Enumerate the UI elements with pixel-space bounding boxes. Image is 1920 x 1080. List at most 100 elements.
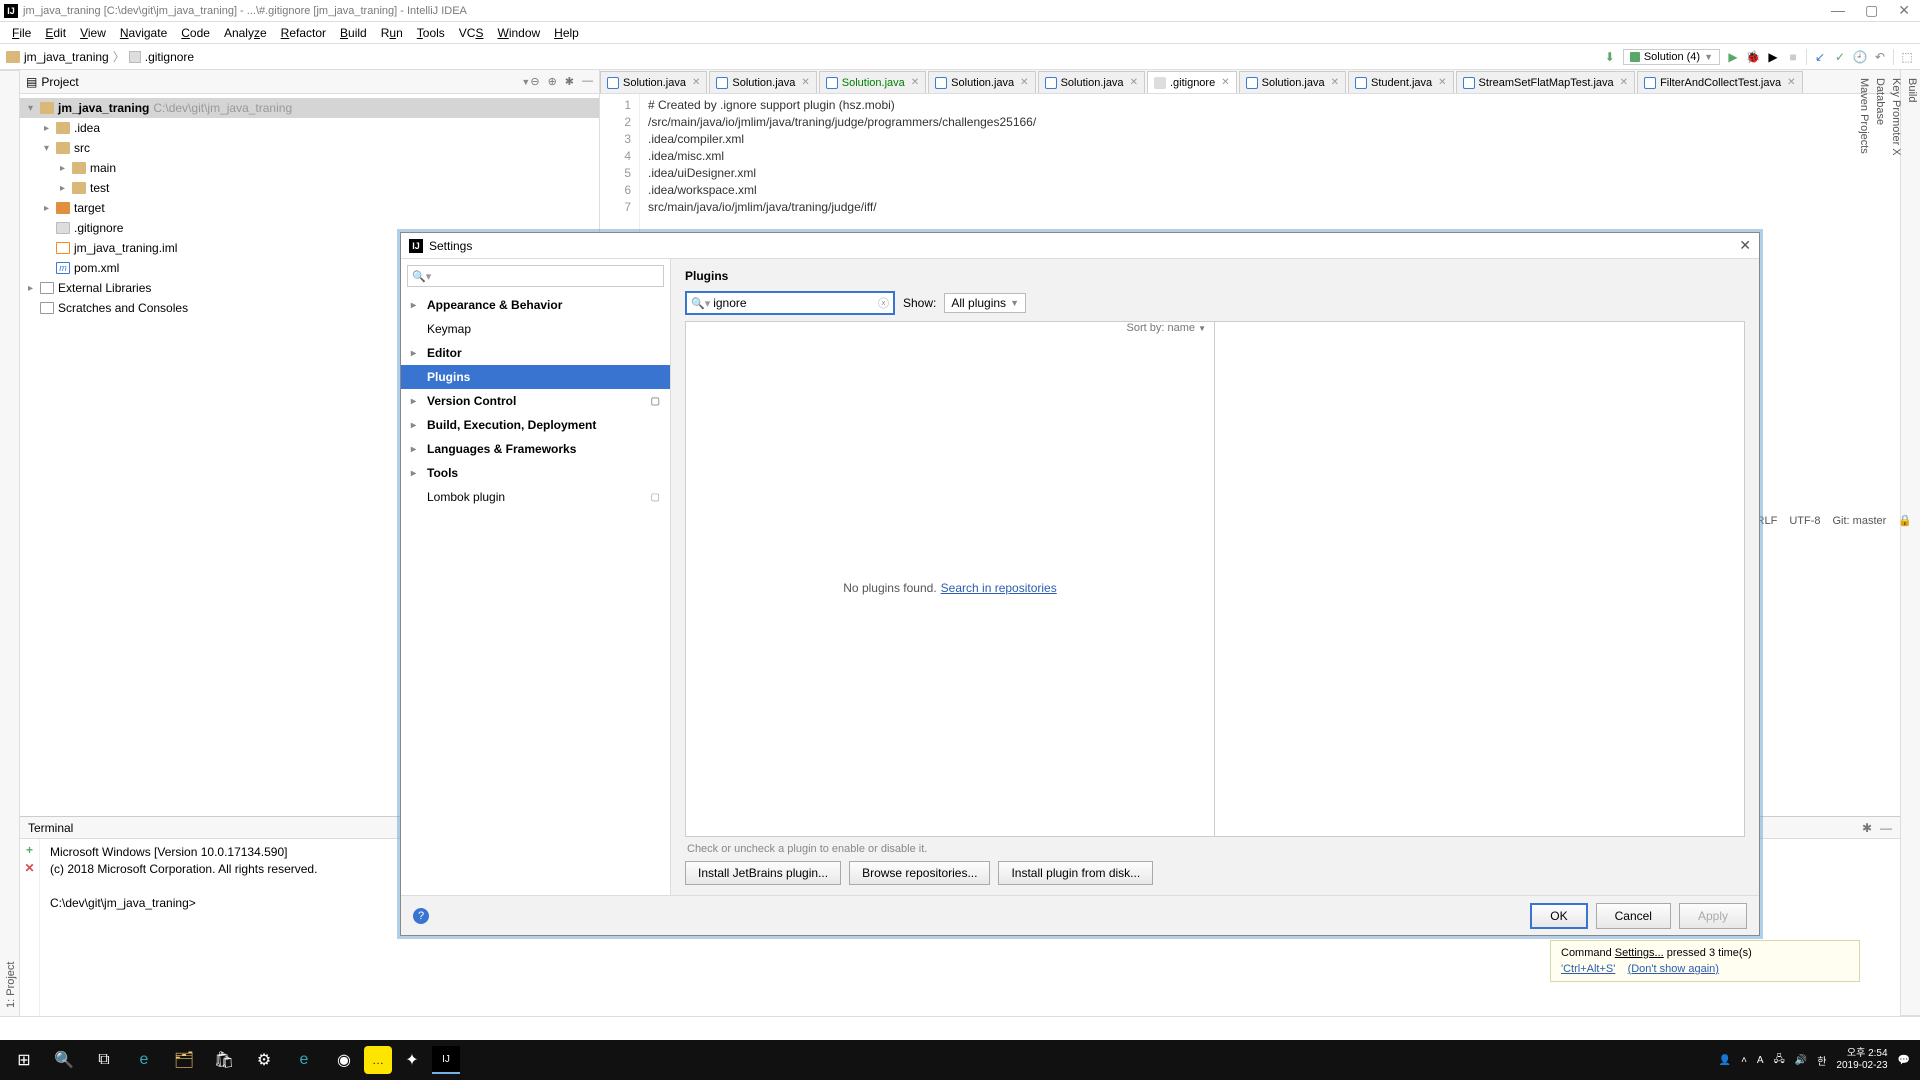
terminal-output[interactable]: Microsoft Windows [Version 10.0.17134.59… bbox=[40, 839, 327, 1016]
ie-icon[interactable]: e bbox=[284, 1040, 324, 1080]
tree-src[interactable]: ▾src bbox=[20, 138, 599, 158]
collapse-all-icon[interactable]: ⊖ bbox=[530, 75, 539, 88]
editor-tab[interactable]: Solution.java✕ bbox=[1038, 71, 1145, 93]
search-button[interactable]: 🔍 bbox=[44, 1040, 84, 1080]
intellij-icon[interactable]: IJ bbox=[432, 1046, 460, 1074]
settings-search-input[interactable]: 🔍▾ bbox=[407, 265, 664, 287]
settings-item-keymap[interactable]: Keymap bbox=[401, 317, 670, 341]
close-tab-icon[interactable]: ✕ bbox=[1438, 77, 1446, 88]
scroll-to-source-icon[interactable]: ⊕ bbox=[548, 75, 557, 88]
editor-tab[interactable]: Solution.java✕ bbox=[819, 71, 926, 93]
settings-item-build[interactable]: ▸Build, Execution, Deployment bbox=[401, 413, 670, 437]
menu-refactor[interactable]: Refactor bbox=[275, 24, 332, 42]
tray-clock[interactable]: 오후 2:54 2019-02-23 bbox=[1836, 1048, 1887, 1072]
breadcrumb-file[interactable]: .gitignore bbox=[145, 50, 194, 64]
chevron-down-icon[interactable]: ▼ bbox=[521, 77, 530, 87]
store-icon[interactable]: 🛍 bbox=[204, 1040, 244, 1080]
settings-item-lang[interactable]: ▸Languages & Frameworks bbox=[401, 437, 670, 461]
slack-icon[interactable]: ✦ bbox=[392, 1040, 432, 1080]
tray-lang-icon[interactable]: 한 bbox=[1817, 1053, 1826, 1068]
settings-item-vc[interactable]: ▸Version Control▢ bbox=[401, 389, 670, 413]
sort-by-label[interactable]: Sort by: name ▼ bbox=[686, 322, 1214, 340]
close-tab-icon[interactable]: ✕ bbox=[911, 77, 919, 88]
plugin-search-input[interactable]: 🔍▾ ⓧ bbox=[685, 291, 895, 315]
install-jetbrains-button[interactable]: Install JetBrains plugin... bbox=[685, 861, 841, 885]
close-tab-icon[interactable]: ✕ bbox=[1331, 77, 1339, 88]
tray-volume-icon[interactable]: 🔊 bbox=[1795, 1055, 1807, 1066]
editor-tab[interactable]: Solution.java✕ bbox=[709, 71, 816, 93]
status-lock-icon[interactable]: 🔒 bbox=[1898, 514, 1912, 527]
tray-people-icon[interactable]: 👤 bbox=[1719, 1055, 1731, 1066]
tree-main[interactable]: ▸main bbox=[20, 158, 599, 178]
editor-tab[interactable]: StreamSetFlatMapTest.java✕ bbox=[1456, 71, 1636, 93]
menu-analyze[interactable]: Analyze bbox=[218, 24, 273, 42]
hide-icon[interactable]: — bbox=[582, 75, 593, 88]
menu-build[interactable]: Build bbox=[334, 24, 373, 42]
menu-code[interactable]: Code bbox=[175, 24, 216, 42]
tree-root[interactable]: ▾ jm_java_traning C:\dev\git\jm_java_tra… bbox=[20, 98, 599, 118]
close-tab-icon[interactable]: ✕ bbox=[1620, 77, 1628, 88]
edge-icon[interactable]: e bbox=[124, 1040, 164, 1080]
tool-tab-structure[interactable]: 7: Structure bbox=[0, 70, 3, 1016]
browse-repositories-button[interactable]: Browse repositories... bbox=[849, 861, 990, 885]
build-icon[interactable]: ⬇ bbox=[1603, 50, 1617, 64]
close-tab-icon[interactable]: ✕ bbox=[692, 77, 700, 88]
search-repositories-link[interactable]: Search in repositories bbox=[941, 581, 1057, 595]
dialog-close-button[interactable]: ✕ bbox=[1739, 237, 1751, 254]
tray-ime-icon[interactable]: A bbox=[1757, 1055, 1764, 1066]
menu-tools[interactable]: Tools bbox=[411, 24, 451, 42]
apply-button[interactable]: Apply bbox=[1679, 903, 1747, 929]
cancel-button[interactable]: Cancel bbox=[1596, 903, 1671, 929]
help-icon[interactable]: ? bbox=[413, 908, 429, 924]
menu-vcs[interactable]: VCS bbox=[453, 24, 490, 42]
close-tab-icon[interactable]: ✕ bbox=[1221, 77, 1229, 88]
gear-icon[interactable]: ✱ bbox=[565, 75, 574, 88]
project-pane-title[interactable]: Project bbox=[41, 75, 517, 89]
breadcrumb-project[interactable]: jm_java_traning bbox=[24, 50, 109, 64]
settings-item-lombok[interactable]: Lombok plugin▢ bbox=[401, 485, 670, 509]
menu-window[interactable]: Window bbox=[491, 24, 546, 42]
close-tab-icon[interactable]: ✕ bbox=[801, 77, 809, 88]
status-git[interactable]: Git: master bbox=[1833, 515, 1887, 527]
clear-icon[interactable]: ⓧ bbox=[878, 295, 889, 311]
notify-shortcut-link[interactable]: 'Ctrl+Alt+S' bbox=[1561, 963, 1615, 975]
task-view-button[interactable]: ⧉ bbox=[84, 1040, 124, 1080]
tool-tab-project[interactable]: 1: Project bbox=[3, 70, 19, 1016]
menu-view[interactable]: View bbox=[74, 24, 112, 42]
menu-edit[interactable]: Edit bbox=[39, 24, 72, 42]
chrome-icon[interactable]: ◉ bbox=[324, 1040, 364, 1080]
start-button[interactable]: ⊞ bbox=[4, 1040, 44, 1080]
plugin-search-field[interactable] bbox=[713, 296, 878, 310]
notify-dismiss-link[interactable]: (Don't show again) bbox=[1628, 963, 1719, 975]
settings-item-editor[interactable]: ▸Editor bbox=[401, 341, 670, 365]
tree-test[interactable]: ▸test bbox=[20, 178, 599, 198]
tree-idea[interactable]: ▸.idea bbox=[20, 118, 599, 138]
menu-file[interactable]: File bbox=[6, 24, 37, 42]
tray-up-icon[interactable]: ˄ bbox=[1741, 1055, 1747, 1066]
explorer-icon[interactable]: 🗂 bbox=[164, 1040, 204, 1080]
terminal-close-icon[interactable]: ✕ bbox=[24, 861, 34, 875]
editor-tab[interactable]: Solution.java✕ bbox=[928, 71, 1035, 93]
tree-target[interactable]: ▸target bbox=[20, 198, 599, 218]
run-config-dropdown[interactable]: Solution (4) ▼ bbox=[1623, 49, 1720, 65]
close-tab-icon[interactable]: ✕ bbox=[1020, 77, 1028, 88]
settings-icon[interactable]: ⚙ bbox=[244, 1040, 284, 1080]
editor-tab[interactable]: Solution.java✕ bbox=[600, 71, 707, 93]
settings-item-tools[interactable]: ▸Tools bbox=[401, 461, 670, 485]
tray-network-icon[interactable]: 🖧 bbox=[1774, 1052, 1785, 1069]
menu-help[interactable]: Help bbox=[548, 24, 585, 42]
terminal-new-icon[interactable]: + bbox=[26, 843, 33, 857]
close-tab-icon[interactable]: ✕ bbox=[1130, 77, 1138, 88]
menu-navigate[interactable]: Navigate bbox=[114, 24, 173, 42]
editor-tab[interactable]: .gitignore✕ bbox=[1147, 71, 1237, 93]
status-encoding[interactable]: UTF-8 bbox=[1789, 515, 1820, 527]
tray-notifications-icon[interactable]: 💬 bbox=[1898, 1055, 1910, 1066]
kakao-icon[interactable]: … bbox=[364, 1046, 392, 1074]
editor-tab[interactable]: Student.java✕ bbox=[1348, 71, 1454, 93]
install-from-disk-button[interactable]: Install plugin from disk... bbox=[998, 861, 1153, 885]
ok-button[interactable]: OK bbox=[1530, 903, 1587, 929]
settings-item-appearance[interactable]: ▸Appearance & Behavior bbox=[401, 293, 670, 317]
menu-run[interactable]: Run bbox=[375, 24, 409, 42]
settings-item-plugins[interactable]: Plugins bbox=[401, 365, 670, 389]
show-filter-dropdown[interactable]: All plugins ▼ bbox=[944, 293, 1026, 313]
